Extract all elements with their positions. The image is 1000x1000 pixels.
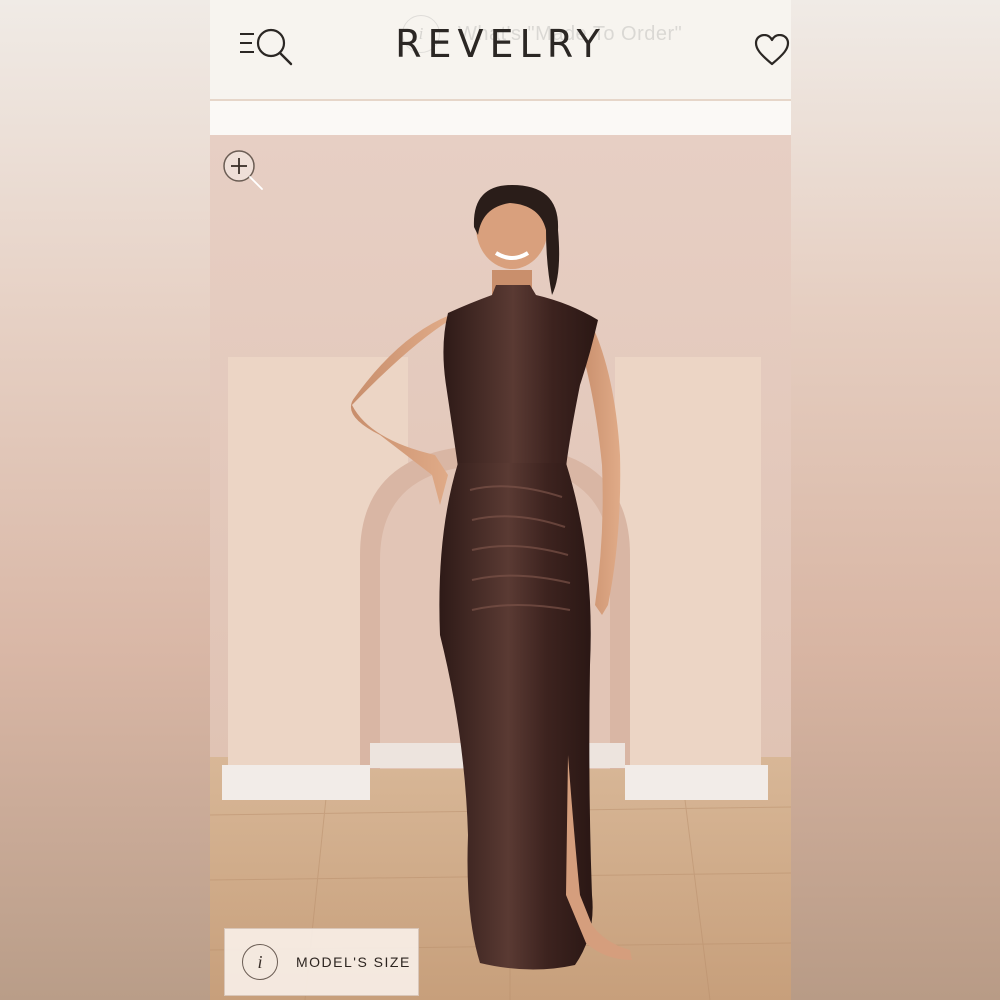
models-size-button[interactable]: i MODEL'S SIZE xyxy=(224,928,419,996)
sub-header-bar xyxy=(210,101,791,135)
heart-icon[interactable] xyxy=(754,34,790,66)
blurred-backdrop-left xyxy=(0,0,210,1000)
info-icon: i xyxy=(242,944,278,980)
phone-viewport: i What's "Made To Order" REVELRY i MODEL… xyxy=(210,0,791,1000)
site-header: i What's "Made To Order" REVELRY xyxy=(210,0,791,101)
models-size-label: MODEL'S SIZE xyxy=(296,954,411,970)
product-image[interactable]: i MODEL'S SIZE xyxy=(210,135,791,1000)
blurred-backdrop-right xyxy=(791,0,1000,1000)
zoom-in-icon[interactable] xyxy=(222,149,266,193)
brand-logo[interactable]: REVELRY xyxy=(210,22,791,66)
product-photo-illustration xyxy=(210,135,791,1000)
